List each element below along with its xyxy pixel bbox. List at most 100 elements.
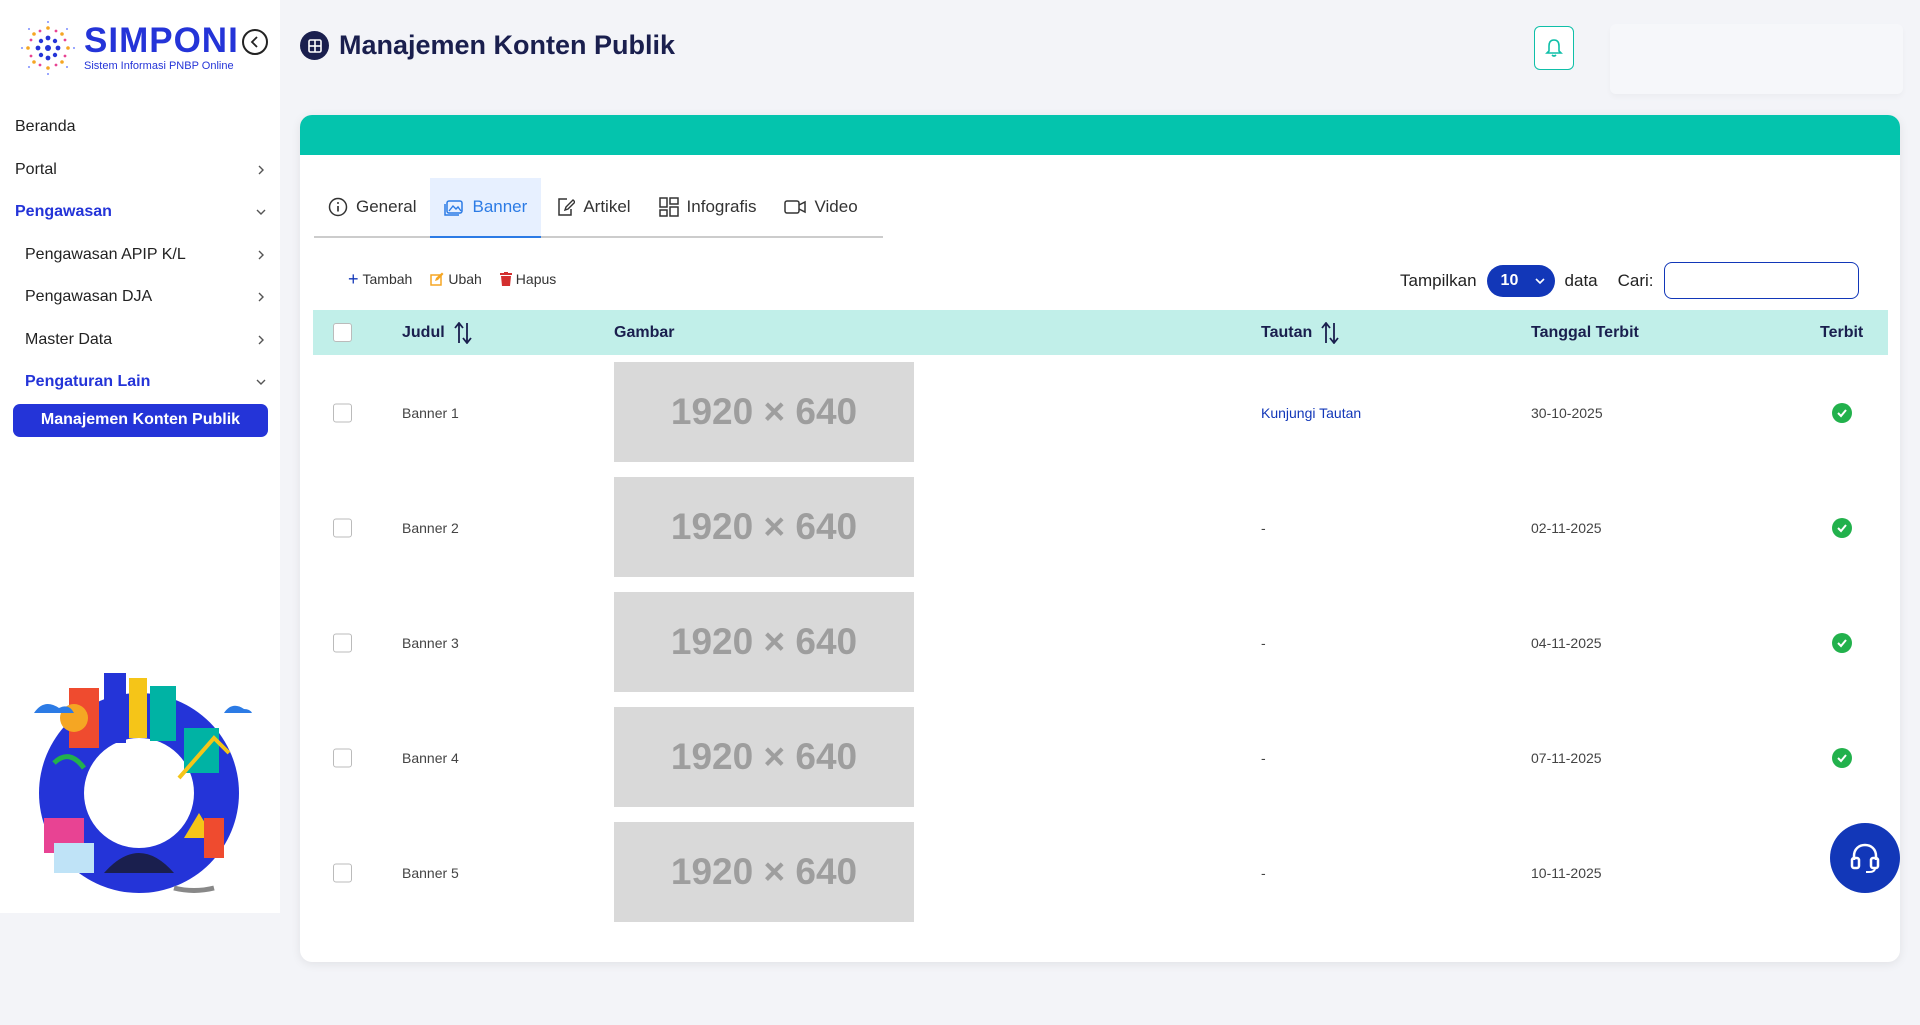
notification-button[interactable] bbox=[1534, 26, 1574, 70]
bell-icon bbox=[1545, 39, 1563, 57]
row-checkbox[interactable] bbox=[333, 863, 352, 882]
chevron-down-icon bbox=[254, 375, 268, 389]
row-link[interactable]: Kunjungi Tautan bbox=[1261, 405, 1361, 421]
row-link: - bbox=[1261, 864, 1266, 881]
table-row[interactable]: Banner 2 1920 × 640 - 02-11-2025 bbox=[313, 470, 1888, 585]
table-toolbar: + Tambah Ubah Hapus bbox=[348, 269, 556, 289]
page-size-select[interactable]: 10 bbox=[1486, 264, 1555, 297]
brand-title: SIMPONI bbox=[84, 21, 239, 60]
row-link: - bbox=[1261, 634, 1266, 651]
row-checkbox[interactable] bbox=[333, 633, 352, 652]
row-checkbox[interactable] bbox=[333, 518, 352, 537]
chevron-down-icon bbox=[254, 205, 268, 219]
column-header-title[interactable]: Judul bbox=[402, 321, 473, 344]
column-header-published: Terbit bbox=[1820, 324, 1863, 342]
tab-banner[interactable]: Banner bbox=[430, 178, 542, 238]
delete-button[interactable]: Hapus bbox=[499, 271, 556, 287]
sidebar-item-portal[interactable]: Portal bbox=[0, 149, 280, 192]
sidebar-item-pengawasan-dja[interactable]: Pengawasan DJA bbox=[0, 276, 280, 319]
brand-logo[interactable]: SIMPONI Sistem Informasi PNBP Online bbox=[18, 18, 239, 78]
table-body: Banner 1 1920 × 640 Kunjungi Tautan 30-1… bbox=[313, 355, 1888, 930]
grid-icon bbox=[300, 31, 329, 60]
dashboard-icon bbox=[658, 197, 679, 217]
row-date: 02-11-2025 bbox=[1531, 519, 1602, 536]
sort-icon bbox=[1321, 321, 1339, 344]
headset-icon bbox=[1850, 843, 1880, 873]
sidebar-item-label: Portal bbox=[15, 160, 57, 178]
column-header-date: Tanggal Terbit bbox=[1531, 324, 1639, 342]
banner-thumbnail: 1920 × 640 bbox=[614, 707, 914, 807]
edit-label: Ubah bbox=[448, 271, 482, 287]
info-icon bbox=[328, 197, 348, 217]
tab-infografis[interactable]: Infografis bbox=[645, 178, 771, 236]
column-label: Gambar bbox=[614, 323, 675, 341]
row-checkbox[interactable] bbox=[333, 403, 352, 422]
row-title: Banner 2 bbox=[402, 519, 459, 536]
banner-thumbnail: 1920 × 640 bbox=[614, 362, 914, 462]
sidebar-item-pengaturan-lain[interactable]: Pengaturan Lain bbox=[0, 361, 280, 404]
edit-button[interactable]: Ubah bbox=[430, 271, 482, 287]
search-input[interactable] bbox=[1663, 262, 1859, 299]
add-label: Tambah bbox=[362, 271, 413, 287]
tab-label: Video bbox=[814, 197, 858, 216]
select-all-checkbox[interactable] bbox=[333, 323, 352, 342]
row-checkbox[interactable] bbox=[333, 748, 352, 767]
column-header-link[interactable]: Tautan bbox=[1261, 321, 1340, 344]
help-support-button[interactable] bbox=[1830, 823, 1900, 893]
table-row[interactable]: Banner 5 1920 × 640 - 10-11-2025 bbox=[313, 815, 1888, 930]
show-label: Tampilkan bbox=[1400, 270, 1477, 290]
table-row[interactable]: Banner 4 1920 × 640 - 07-11-2025 bbox=[313, 700, 1888, 815]
banner-thumbnail: 1920 × 640 bbox=[614, 822, 914, 922]
sidebar-item-pengawasan-apip[interactable]: Pengawasan APIP K/L bbox=[0, 234, 280, 277]
sidebar-illustration bbox=[34, 673, 252, 893]
sidebar-item-label: Pengawasan DJA bbox=[25, 288, 153, 306]
row-link: - bbox=[1261, 749, 1266, 766]
chevron-right-icon bbox=[254, 163, 268, 177]
tab-general[interactable]: General bbox=[314, 178, 430, 236]
user-card[interactable] bbox=[1610, 24, 1903, 94]
plus-icon: + bbox=[348, 269, 359, 289]
table-header: Judul Gambar Tautan Tanggal Terbit Terbi… bbox=[313, 310, 1888, 355]
table-row[interactable]: Banner 3 1920 × 640 - 04-11-2025 bbox=[313, 585, 1888, 700]
card-header-bar bbox=[300, 115, 1900, 155]
edit-icon bbox=[430, 272, 444, 286]
tab-artikel[interactable]: Artikel bbox=[541, 178, 644, 236]
row-date: 30-10-2025 bbox=[1531, 404, 1603, 421]
column-label: Tautan bbox=[1261, 323, 1313, 341]
banner-thumbnail: 1920 × 640 bbox=[614, 592, 914, 692]
banner-thumbnail: 1920 × 640 bbox=[614, 477, 914, 577]
sidebar-item-label: Master Data bbox=[25, 330, 113, 348]
table-row[interactable]: Banner 1 1920 × 640 Kunjungi Tautan 30-1… bbox=[313, 355, 1888, 470]
video-camera-icon bbox=[784, 200, 807, 214]
column-label: Judul bbox=[402, 323, 445, 341]
check-circle-icon bbox=[1832, 632, 1852, 653]
add-button[interactable]: + Tambah bbox=[348, 269, 413, 289]
sort-icon bbox=[453, 321, 472, 344]
chevron-right-icon bbox=[254, 248, 268, 262]
sidebar-item-master-data[interactable]: Master Data bbox=[0, 319, 280, 362]
row-link: - bbox=[1261, 519, 1266, 536]
row-title: Banner 3 bbox=[402, 634, 459, 651]
sidebar-item-pengawasan[interactable]: Pengawasan bbox=[0, 191, 280, 234]
chevron-right-icon bbox=[254, 333, 268, 347]
sidebar-item-beranda[interactable]: Beranda bbox=[0, 106, 280, 149]
row-date: 07-11-2025 bbox=[1531, 749, 1602, 766]
sidebar-collapse-button[interactable] bbox=[242, 29, 268, 55]
chevron-down-icon bbox=[1534, 277, 1545, 284]
page-title: Manajemen Konten Publik bbox=[339, 30, 676, 60]
column-label: Tanggal Terbit bbox=[1531, 323, 1639, 341]
content-card: General Banner Artikel Infografis Video … bbox=[300, 115, 1900, 962]
check-circle-icon bbox=[1832, 517, 1852, 538]
table-controls: Tampilkan 10 data Cari: bbox=[1400, 262, 1859, 299]
row-title: Banner 5 bbox=[402, 864, 459, 881]
search-label: Cari: bbox=[1617, 270, 1654, 290]
row-title: Banner 1 bbox=[402, 404, 459, 421]
tab-bar: General Banner Artikel Infografis Video bbox=[314, 178, 883, 238]
tab-label: Artikel bbox=[583, 197, 631, 216]
tab-video[interactable]: Video bbox=[770, 178, 871, 236]
row-date: 10-11-2025 bbox=[1531, 864, 1602, 881]
brand-subtitle: Sistem Informasi PNBP Online bbox=[84, 60, 234, 72]
sidebar-item-manajemen-konten-publik[interactable]: Manajemen Konten Publik bbox=[13, 403, 268, 437]
sidebar-item-label: Beranda bbox=[15, 118, 76, 136]
images-icon bbox=[444, 200, 464, 216]
